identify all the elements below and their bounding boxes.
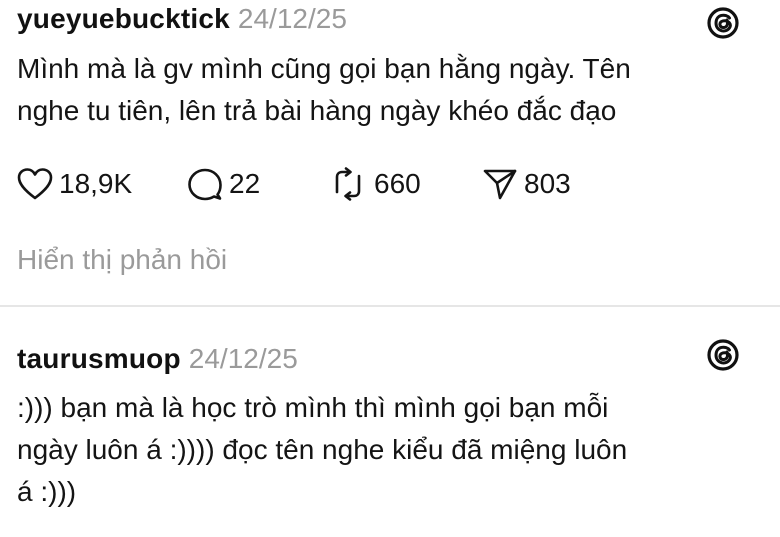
post-header: yueyuebucktick 24/12/25 [17, 3, 347, 35]
post-body: Mình mà là gv mình cũng gọi bạn hằng ngà… [17, 48, 762, 132]
post-text-line: ngày luôn á :)))) đọc tên nghe kiểu đã m… [17, 434, 628, 465]
post-text-line: á :))) [17, 476, 77, 507]
post-header: taurusmuop 24/12/25 [17, 343, 298, 375]
repost-button[interactable]: 660 [328, 164, 421, 204]
post-body: :))) bạn mà là học trò mình thì mình gọi… [17, 387, 762, 513]
like-count: 18,9K [59, 168, 133, 199]
reply-count: 22 [229, 168, 261, 199]
threads-icon[interactable] [705, 5, 741, 41]
repost-count: 660 [374, 168, 421, 199]
post-actions: 18,9K 22 660 803 [17, 164, 757, 204]
thread-post: yueyuebucktick 24/12/25 Mình mà là gv mì… [0, 0, 780, 306]
post-text-line: nghe tu tiên, lên trả bài hàng ngày khéo… [17, 95, 617, 126]
timestamp: 24/12/25 [237, 3, 347, 34]
threads-icon[interactable] [705, 337, 741, 373]
heart-icon [17, 168, 53, 200]
share-count: 803 [524, 168, 571, 199]
send-icon [483, 169, 517, 200]
repost-icon [335, 167, 361, 201]
like-button[interactable]: 18,9K [17, 164, 132, 204]
reply-button[interactable]: 22 [187, 164, 260, 204]
thread-post: taurusmuop 24/12/25 :))) bạn mà là học t… [0, 307, 780, 537]
post-text-line: :))) bạn mà là học trò mình thì mình gọi… [17, 392, 609, 423]
username[interactable]: yueyuebucktick [17, 3, 230, 35]
share-button[interactable]: 803 [482, 164, 571, 204]
show-replies-link[interactable]: Hiển thị phản hồi [17, 244, 227, 276]
username[interactable]: taurusmuop [17, 343, 181, 375]
timestamp: 24/12/25 [188, 343, 298, 374]
comment-bubble-icon [188, 168, 222, 201]
post-text-line: Mình mà là gv mình cũng gọi bạn hằng ngà… [17, 53, 631, 84]
